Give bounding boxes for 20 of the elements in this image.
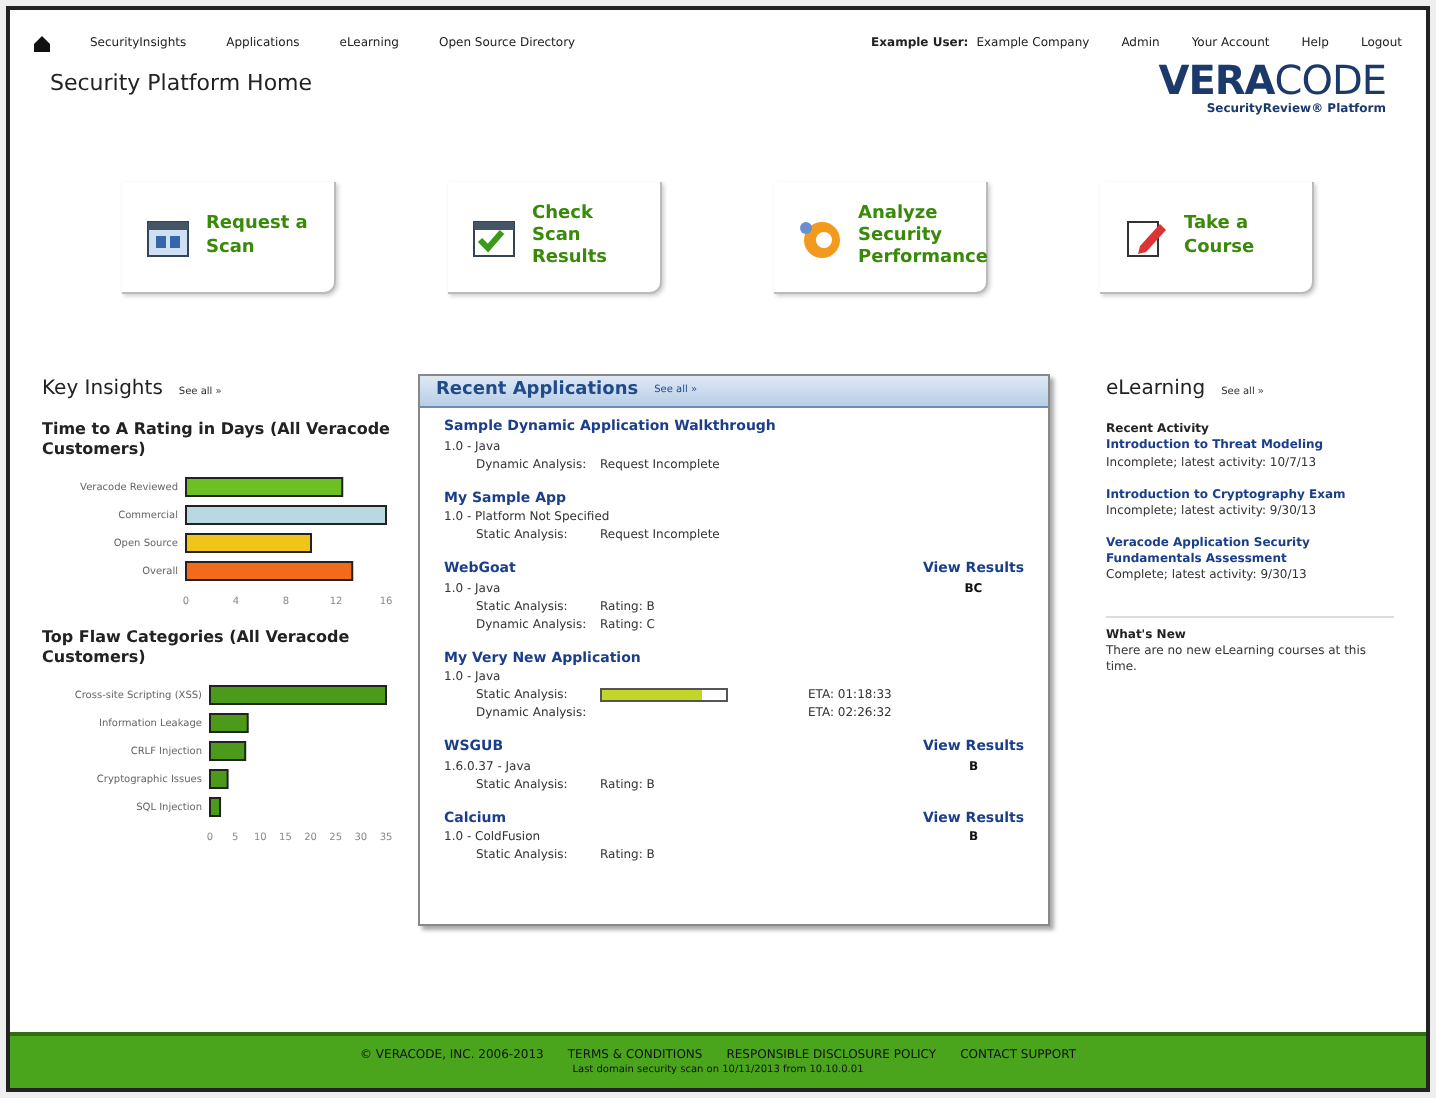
action-card[interactable]: Request a Scan xyxy=(122,182,336,294)
checklist-icon xyxy=(472,217,516,257)
bar xyxy=(185,533,312,553)
calendar-icon xyxy=(146,217,190,257)
home-icon[interactable] xyxy=(34,35,50,51)
section-title: eLearning xyxy=(1106,376,1206,404)
notepad-pencil-icon xyxy=(1124,215,1168,259)
page-title: Security Platform Home xyxy=(50,68,315,100)
action-card[interactable]: Take a Course xyxy=(1100,182,1314,294)
veracode-logo: VERACODE xyxy=(1158,60,1386,100)
bar xyxy=(209,713,249,733)
bar xyxy=(209,797,222,817)
bar xyxy=(209,769,229,789)
chart-title: Time to A Rating in Days (All Veracode Customers) xyxy=(42,420,392,460)
action-card[interactable]: Analyze Security Performance xyxy=(774,182,988,294)
panel-title: Recent Applications xyxy=(436,377,639,404)
section-title: Key Insights xyxy=(42,376,163,404)
action-card[interactable]: Check Scan Results xyxy=(448,182,662,294)
chart-title: Top Flaw Categories (All Veracode Customers) xyxy=(42,628,352,668)
bar xyxy=(209,741,247,761)
